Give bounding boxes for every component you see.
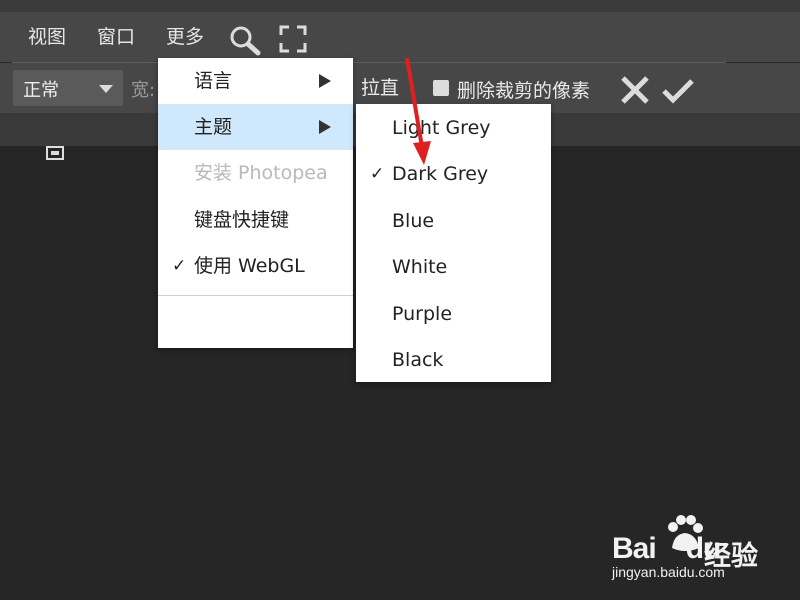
menu-item-webgl[interactable]: ✓ 使用 WebGL bbox=[158, 243, 353, 289]
watermark-brand-a: Bai bbox=[612, 532, 657, 565]
theme-item-label: Black bbox=[392, 349, 444, 371]
mode-select-value: 正常 bbox=[23, 80, 59, 101]
theme-item-dark-grey[interactable]: ✓ Dark Grey bbox=[356, 151, 551, 197]
menu-item-language[interactable]: 语言 bbox=[158, 58, 353, 104]
menu-item-label: 语言 bbox=[194, 70, 233, 92]
theme-item-light-grey[interactable]: Light Grey bbox=[356, 105, 551, 151]
watermark-url: jingyan.baidu.com bbox=[612, 564, 725, 580]
menu-window[interactable]: 窗口 bbox=[97, 25, 135, 49]
search-icon[interactable] bbox=[228, 24, 262, 56]
window-top-strip bbox=[0, 0, 800, 12]
mode-select[interactable]: 正常 bbox=[13, 70, 123, 106]
menu-item-label: 安装 Photopea bbox=[194, 162, 328, 184]
menu-item-label: 使用 WebGL bbox=[194, 255, 305, 277]
annotation-arrow-icon bbox=[405, 57, 431, 165]
menu-divider bbox=[158, 295, 353, 296]
document-icon[interactable] bbox=[46, 146, 64, 160]
menu-more[interactable]: 更多 bbox=[166, 25, 204, 49]
chevron-down-icon bbox=[99, 85, 113, 93]
more-menu: 语言 主题 安装 Photopea 键盘快捷键 ✓ 使用 WebGL bbox=[158, 58, 353, 348]
theme-item-label: Blue bbox=[392, 210, 435, 232]
paw-logo-icon bbox=[668, 515, 703, 551]
submenu-arrow-icon bbox=[319, 120, 331, 134]
theme-item-label: Purple bbox=[392, 303, 453, 325]
menu-item-theme[interactable]: 主题 bbox=[158, 104, 353, 150]
delete-cropped-label: 删除裁剪的像素 bbox=[457, 80, 591, 102]
theme-item-black[interactable]: Black bbox=[356, 337, 551, 383]
confirm-icon[interactable] bbox=[661, 73, 695, 107]
menu-item-label: 键盘快捷键 bbox=[194, 209, 290, 231]
menu-item-install: 安装 Photopea bbox=[158, 150, 353, 196]
width-label: 宽: bbox=[131, 80, 156, 101]
theme-item-label: White bbox=[392, 256, 448, 278]
check-icon: ✓ bbox=[172, 256, 187, 276]
check-icon: ✓ bbox=[370, 164, 385, 184]
theme-submenu: Light Grey ✓ Dark Grey Blue White Purple… bbox=[356, 104, 551, 382]
theme-item-purple[interactable]: Purple bbox=[356, 291, 551, 337]
theme-item-white[interactable]: White bbox=[356, 244, 551, 290]
baidu-jingyan-watermark: Bai du 经验 jingyan.baidu.com bbox=[612, 514, 782, 586]
menu-item-label: 主题 bbox=[194, 116, 233, 138]
theme-item-blue[interactable]: Blue bbox=[356, 198, 551, 244]
cancel-icon[interactable] bbox=[618, 73, 652, 107]
fullscreen-icon[interactable] bbox=[279, 25, 307, 53]
menu-item-keyboard-shortcuts[interactable]: 键盘快捷键 bbox=[158, 197, 353, 243]
submenu-arrow-icon bbox=[319, 74, 331, 88]
menu-view[interactable]: 视图 bbox=[28, 25, 66, 49]
